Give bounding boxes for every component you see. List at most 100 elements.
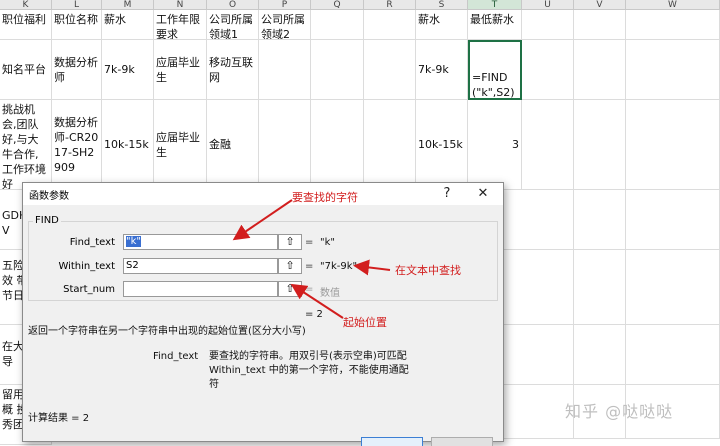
function-arguments-dialog[interactable]: 函数参数 ? ✕ FIND Find_text "k" ⇧ = "k" With… <box>22 182 504 446</box>
cell-v1[interactable] <box>574 10 626 40</box>
function-name-label: FIND <box>33 215 61 226</box>
cell-t3[interactable]: 3 <box>468 100 522 190</box>
find-text-label: Find_text <box>69 237 115 248</box>
cell-m2[interactable]: 7k-9k <box>102 40 154 100</box>
cell-s3-text: 10k-15k <box>418 138 463 151</box>
cell-p2[interactable] <box>259 40 311 100</box>
start-num-equals: = <box>305 284 314 295</box>
col-header-s[interactable]: S <box>416 0 468 10</box>
cell-t3-text: 3 <box>512 138 519 151</box>
cell-l2[interactable]: 数据分析师 <box>52 40 102 100</box>
close-button[interactable]: ✕ <box>469 184 497 204</box>
cell-u2[interactable] <box>522 40 574 100</box>
cancel-button[interactable] <box>431 437 493 446</box>
formula-result: = 2 <box>305 309 323 320</box>
cell-s2[interactable]: 7k-9k <box>416 40 468 100</box>
cell-q2[interactable] <box>311 40 364 100</box>
col-header-p[interactable]: P <box>259 0 311 10</box>
within-text-result: "7k-9k" <box>320 261 358 272</box>
cell-n2-text: 应届毕业生 <box>156 55 200 84</box>
cell-v3[interactable] <box>574 100 626 190</box>
find-text-collapse-button[interactable]: ⇧ <box>278 234 302 250</box>
cell-s1[interactable]: 薪水 <box>416 10 468 40</box>
dialog-title-bar[interactable]: 函数参数 ? ✕ <box>23 183 503 205</box>
col-header-o[interactable]: O <box>207 0 259 10</box>
help-button[interactable]: ? <box>433 184 461 204</box>
cell-m3-text: 10k-15k <box>104 138 149 151</box>
cell-u1[interactable] <box>522 10 574 40</box>
cell-v4[interactable] <box>574 190 626 250</box>
cell-p1[interactable]: 公司所属领域2 <box>259 10 311 40</box>
cell-v6[interactable] <box>574 325 626 385</box>
cell-q1[interactable] <box>311 10 364 40</box>
ok-button[interactable] <box>361 437 423 446</box>
cell-r1[interactable] <box>364 10 416 40</box>
cell-l2-text: 数据分析师 <box>54 55 98 84</box>
start-num-label: Start_num <box>63 284 115 295</box>
cell-k2[interactable]: 知名平台 <box>0 40 52 100</box>
annotation-find-text: 要查找的字符 <box>292 191 358 204</box>
cell-w3[interactable] <box>626 100 720 190</box>
cell-w4[interactable] <box>626 190 720 250</box>
cell-k3[interactable]: 挑战机会,团队好,与大牛合作,工作环境好 <box>0 100 52 190</box>
argument-help-name: Find_text <box>153 351 199 362</box>
cell-o2-text: 移动互联网 <box>209 55 253 84</box>
col-header-u[interactable]: U <box>522 0 574 10</box>
cell-m3[interactable]: 10k-15k <box>102 100 154 190</box>
cell-w2[interactable] <box>626 40 720 100</box>
find-text-input[interactable]: "k" <box>123 234 278 250</box>
cell-o3-text: 金融 <box>209 138 231 151</box>
within-text-label: Within_text <box>58 261 115 272</box>
within-text-collapse-button[interactable]: ⇧ <box>278 258 302 274</box>
cell-n1[interactable]: 工作年限要求 <box>154 10 207 40</box>
cell-l1[interactable]: 职位名称 <box>52 10 102 40</box>
cell-u4[interactable] <box>504 190 574 250</box>
cell-r3[interactable] <box>364 100 416 190</box>
dialog-title: 函数参数 <box>29 191 69 202</box>
cell-v2[interactable] <box>574 40 626 100</box>
cell-w5[interactable] <box>626 250 720 325</box>
cell-n2[interactable]: 应届毕业生 <box>154 40 207 100</box>
find-text-result: "k" <box>320 237 335 248</box>
within-text-input[interactable]: S2 <box>123 258 278 274</box>
col-header-v[interactable]: V <box>574 0 626 10</box>
cell-q3[interactable] <box>311 100 364 190</box>
cell-k1[interactable]: 职位福利 <box>0 10 52 40</box>
cell-t1[interactable]: 最低薪水 <box>468 10 522 40</box>
start-num-collapse-button[interactable]: ⇧ <box>278 281 302 297</box>
cell-u6[interactable] <box>504 325 574 385</box>
col-header-q[interactable]: Q <box>311 0 364 10</box>
cell-u7[interactable] <box>504 385 574 439</box>
annotation-start-num: 起始位置 <box>343 316 387 329</box>
col-header-l[interactable]: L <box>52 0 102 10</box>
col-header-r[interactable]: R <box>364 0 416 10</box>
cell-s3[interactable]: 10k-15k <box>416 100 468 190</box>
annotation-within-text: 在文本中查找 <box>395 264 461 277</box>
cell-l3[interactable]: 数据分析师-CR2017-SH2909 <box>52 100 102 190</box>
cell-o2[interactable]: 移动互联网 <box>207 40 259 100</box>
cell-v5[interactable] <box>574 250 626 325</box>
within-text-equals: = <box>305 261 314 272</box>
cell-r2[interactable] <box>364 40 416 100</box>
col-header-k[interactable]: K <box>0 0 52 10</box>
cell-t2-active[interactable]: =FIND("k",S2) <box>468 40 522 100</box>
cell-o1[interactable]: 公司所属领域1 <box>207 10 259 40</box>
col-header-t[interactable]: T <box>468 0 522 10</box>
function-description: 返回一个字符串在另一个字符串中出现的起始位置(区分大小写) <box>28 326 306 337</box>
cell-m2-text: 7k-9k <box>104 63 135 76</box>
cell-l3-text: 数据分析师-CR2017-SH2909 <box>54 115 99 174</box>
col-header-n[interactable]: N <box>154 0 207 10</box>
cell-p3[interactable] <box>259 100 311 190</box>
cell-w1[interactable] <box>626 10 720 40</box>
cell-m1[interactable]: 薪水 <box>102 10 154 40</box>
col-header-w[interactable]: W <box>626 0 720 10</box>
cell-o3[interactable]: 金融 <box>207 100 259 190</box>
start-num-input[interactable] <box>123 281 278 297</box>
cell-n3[interactable]: 应届毕业生 <box>154 100 207 190</box>
cell-w6[interactable] <box>626 325 720 385</box>
cell-u3[interactable] <box>522 100 574 190</box>
col-header-m[interactable]: M <box>102 0 154 10</box>
cell-u5[interactable] <box>504 250 574 325</box>
cell-s2-text: 7k-9k <box>418 63 449 76</box>
watermark: 知乎 @哒哒哒 <box>565 402 674 421</box>
